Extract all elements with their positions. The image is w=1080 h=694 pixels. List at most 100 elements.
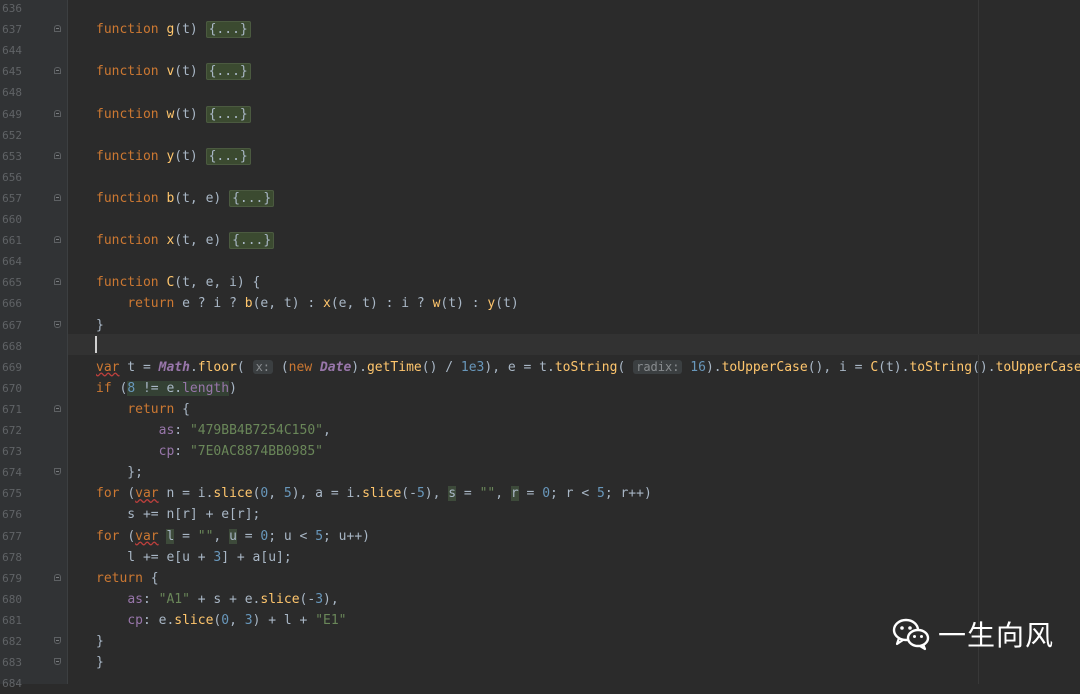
code-token: e ? i ?: [182, 296, 245, 312]
fold-toggle-icon[interactable]: [54, 25, 61, 33]
fold-toggle-icon[interactable]: [54, 109, 61, 117]
fold-end-marker[interactable]: [54, 320, 61, 328]
code-text[interactable]: cp: e.slice(0, 3) + l + "E1": [96, 610, 346, 631]
code-token: slice: [213, 486, 253, 502]
code-text[interactable]: }: [96, 652, 104, 673]
code-line[interactable]: 676 s += n[r] + e[r];: [0, 504, 1080, 525]
fold-toggle-icon[interactable]: [54, 573, 61, 581]
fold-end-marker[interactable]: [54, 637, 61, 644]
folded-block[interactable]: {...}: [205, 147, 251, 165]
fold-toggle-icon[interactable]: [54, 67, 61, 75]
code-text[interactable]: function b(t, e) {...}: [96, 188, 275, 209]
code-text[interactable]: if (8 != e.length): [96, 378, 237, 399]
code-line[interactable]: 648: [0, 82, 1080, 103]
code-line[interactable]: 669 var t = Math.floor( x: (new Date).get…: [0, 357, 1080, 378]
code-line[interactable]: 670 if (8 != e.length): [0, 378, 1080, 399]
code-token: ,: [323, 423, 331, 438]
code-line[interactable]: 672 as: "479BB4B7254C150",: [0, 420, 1080, 441]
folded-block[interactable]: {...}: [229, 189, 275, 207]
code-token: (t): [174, 106, 206, 122]
code-token: (e, t) :: [252, 296, 324, 312]
code-token: ).: [351, 359, 367, 375]
code-line[interactable]: 667}: [0, 315, 1080, 336]
line-number: 669: [2, 360, 22, 374]
code-line[interactable]: 680 as: "A1" + s + e.slice(-3),: [0, 589, 1080, 610]
code-token: + s + e.: [189, 591, 261, 607]
line-number: 675: [2, 487, 22, 501]
code-text[interactable]: return e ? i ? b(e, t) : x(e, t) : i ? w…: [96, 293, 518, 314]
code-token: return: [96, 570, 151, 586]
code-line[interactable]: 644: [0, 40, 1080, 61]
code-token: function: [96, 22, 167, 38]
fold-toggle-icon[interactable]: [54, 278, 61, 286]
code-text[interactable]: return {: [96, 399, 190, 420]
fold-toggle-icon[interactable]: [54, 236, 61, 244]
code-line[interactable]: 661 function x(t, e) {...}: [0, 230, 1080, 251]
code-line[interactable]: 657 function b(t, e) {...}: [0, 188, 1080, 209]
code-text[interactable]: l += e[u + 3] + a[u];: [96, 547, 291, 568]
code-text[interactable]: return {: [96, 568, 159, 589]
code-text[interactable]: as: "479BB4B7254C150",: [96, 420, 331, 441]
code-line[interactable]: 675 for (var n = i.slice(0, 5), a = i.sli…: [0, 483, 1080, 504]
fold-toggle-icon[interactable]: [54, 193, 61, 201]
code-token: ).: [705, 359, 722, 375]
code-text[interactable]: function w(t) {...}: [96, 104, 251, 125]
code-text[interactable]: var t = Math.floor( x: (new Date).getTim…: [96, 357, 1080, 378]
code-text[interactable]: for (var n = i.slice(0, 5), a = i.slice(…: [96, 483, 652, 504]
code-text[interactable]: function C(t, e, i) {: [96, 272, 260, 293]
fold-end-marker[interactable]: [54, 468, 61, 476]
code-line[interactable]: 678 l += e[u + 3] + a[u];: [0, 547, 1080, 568]
code-text[interactable]: cp: "7E0AC8874BB0985": [96, 441, 323, 462]
code-text[interactable]: s += n[r] + e[r];: [96, 504, 260, 525]
code-line[interactable]: 673 cp: "7E0AC8874BB0985": [0, 441, 1080, 462]
fold-end-marker[interactable]: [54, 658, 61, 666]
folded-block[interactable]: {...}: [205, 105, 251, 123]
code-line[interactable]: 645 function v(t) {...}: [0, 61, 1080, 82]
code-editor[interactable]: 636 637 function g(t) {...} 644 645 function …: [0, 0, 1080, 690]
line-number: 677: [2, 529, 22, 543]
folded-block[interactable]: {...}: [205, 63, 251, 81]
folded-block[interactable]: {...}: [205, 21, 251, 39]
code-line[interactable]: 656: [0, 167, 1080, 188]
fold-toggle-icon[interactable]: [54, 404, 61, 412]
code-line[interactable]: 677 for (var l = "", u = 0; u < 5; u++): [0, 526, 1080, 547]
code-line[interactable]: 665 function C(t, e, i) {: [0, 272, 1080, 293]
code-line[interactable]: 636: [0, 0, 1080, 19]
code-text[interactable]: for (var l = "", u = 0; u < 5; u++): [96, 526, 370, 547]
code-line[interactable]: 679 return {: [0, 568, 1080, 589]
code-token: slice: [174, 612, 214, 628]
code-text[interactable]: };: [96, 462, 143, 483]
code-token: .: [189, 359, 198, 375]
line-number: 649: [2, 107, 22, 121]
code-text[interactable]: function y(t) {...}: [96, 146, 251, 167]
code-token: function: [96, 148, 167, 164]
code-token: (: [273, 359, 289, 375]
code-text[interactable]: function x(t, e) {...}: [96, 230, 275, 251]
code-token: (), i =: [807, 359, 871, 375]
code-token: function: [96, 233, 167, 249]
code-token: (t): [174, 64, 206, 80]
code-line[interactable]: 664: [0, 251, 1080, 272]
code-line[interactable]: 637 function g(t) {...}: [0, 19, 1080, 40]
fold-toggle-icon[interactable]: [54, 151, 61, 159]
code-token: l += e[u +: [96, 549, 214, 565]
code-line[interactable]: 666 return e ? i ? b(e, t) : x(e, t) : i…: [0, 293, 1080, 314]
code-line[interactable]: 668: [0, 336, 1080, 357]
code-token: =: [236, 528, 261, 544]
code-text[interactable]: function g(t) {...}: [96, 19, 251, 40]
code-line[interactable]: 652: [0, 125, 1080, 146]
code-line[interactable]: 649 function w(t) {...}: [0, 104, 1080, 125]
folded-block[interactable]: {...}: [229, 232, 275, 250]
code-line[interactable]: 674 };: [0, 462, 1080, 483]
code-text[interactable]: function v(t) {...}: [96, 61, 251, 82]
code-line[interactable]: 671 return {: [0, 399, 1080, 420]
code-token: }: [96, 317, 104, 333]
code-token: ; u++): [323, 528, 370, 544]
code-line[interactable]: 660: [0, 209, 1080, 230]
code-text[interactable]: }: [96, 315, 104, 336]
code-token: floor: [197, 359, 237, 375]
code-text[interactable]: }: [96, 631, 104, 652]
code-line[interactable]: 653 function y(t) {...}: [0, 146, 1080, 167]
code-text[interactable]: as: "A1" + s + e.slice(-3),: [96, 589, 338, 610]
